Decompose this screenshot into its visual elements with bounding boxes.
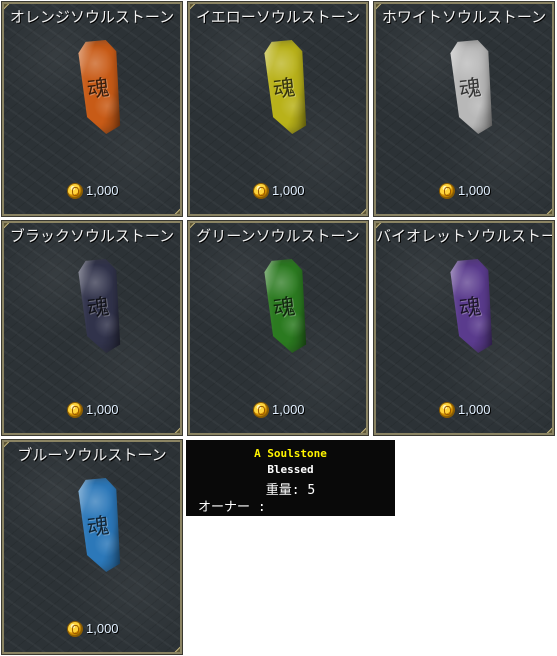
item-cell-green-soulstone[interactable]: グリーンソウルストーン 1,000 — [187, 220, 369, 436]
item-title: イエローソウルストーン — [195, 8, 361, 26]
green-soulstone-icon — [264, 259, 307, 353]
item-cell-yellow-soulstone[interactable]: イエローソウルストーン 1,000 — [187, 1, 369, 217]
item-price: 1,000 — [254, 401, 305, 419]
item-cell-violet-soulstone[interactable]: バイオレットソウルストーン 1,000 — [373, 220, 555, 436]
coin-icon — [254, 403, 268, 417]
item-tooltip: A Soulstone Blessed 重量: 5 オーナー : — [186, 440, 395, 516]
coin-icon — [254, 184, 268, 198]
item-price: 1,000 — [68, 401, 119, 419]
item-title: ブルーソウルストーン — [17, 446, 167, 464]
item-title: バイオレットソウルストーン — [376, 227, 554, 245]
item-title: ブラックソウルストーン — [9, 227, 175, 245]
item-cell-white-soulstone[interactable]: ホワイトソウルストーン 1,000 — [373, 1, 555, 217]
item-title: グリーンソウルストーン — [196, 227, 360, 245]
coin-icon — [440, 184, 454, 198]
price-label: 1,000 — [272, 402, 305, 417]
price-label: 1,000 — [86, 621, 119, 636]
black-soulstone-icon — [78, 259, 121, 353]
item-price: 1,000 — [440, 182, 491, 200]
tooltip-title: A Soulstone — [254, 447, 327, 460]
price-label: 1,000 — [272, 183, 305, 198]
orange-soulstone-icon — [78, 40, 121, 134]
white-soulstone-icon — [450, 40, 493, 134]
item-price: 1,000 — [68, 182, 119, 200]
item-title: オレンジソウルストーン — [9, 8, 175, 26]
price-label: 1,000 — [458, 402, 491, 417]
item-cell-orange-soulstone[interactable]: オレンジソウルストーン 1,000 — [1, 1, 183, 217]
violet-soulstone-icon — [450, 259, 493, 353]
tooltip-blessed: Blessed — [267, 463, 314, 476]
tooltip-owner: オーナー : — [198, 500, 266, 515]
coin-icon — [440, 403, 454, 417]
soulstone-shop-grid: オレンジソウルストーン 1,000 イエローソウルストーン 1,000 ホワイト… — [0, 0, 557, 656]
yellow-soulstone-icon — [264, 40, 307, 134]
coin-icon — [68, 184, 82, 198]
blue-soulstone-icon — [78, 478, 121, 572]
item-cell-blue-soulstone[interactable]: ブルーソウルストーン 1,000 — [1, 439, 183, 655]
price-label: 1,000 — [458, 183, 491, 198]
price-label: 1,000 — [86, 183, 119, 198]
item-cell-black-soulstone[interactable]: ブラックソウルストーン 1,000 — [1, 220, 183, 436]
coin-icon — [68, 622, 82, 636]
price-label: 1,000 — [86, 402, 119, 417]
item-price: 1,000 — [254, 182, 305, 200]
item-price: 1,000 — [68, 620, 119, 638]
coin-icon — [68, 403, 82, 417]
item-title: ホワイトソウルストーン — [381, 8, 547, 26]
item-price: 1,000 — [440, 401, 491, 419]
